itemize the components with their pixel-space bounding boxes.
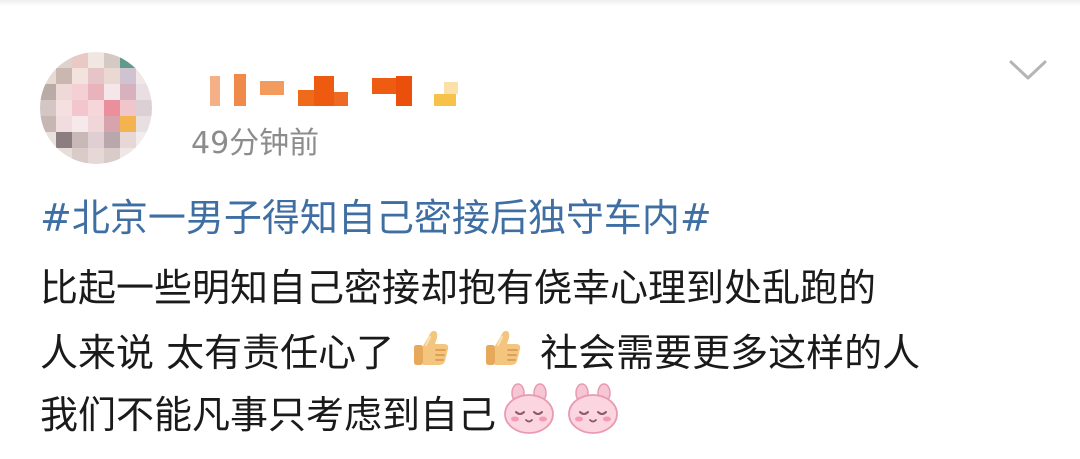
username-redacted[interactable] (208, 70, 458, 106)
pink-bunny-face-icon (502, 383, 556, 447)
chevron-down-icon[interactable] (1008, 56, 1048, 84)
post-text: 社会需要更多这样的人 (540, 331, 921, 375)
post-text-line-3: 我们不能凡事只考虑到自己 (40, 383, 626, 447)
topic-hashtag-link[interactable]: #北京一男子得知自己密接后独守车内# (40, 193, 712, 243)
weibo-post-card: 49分钟前 #北京一男子得知自己密接后独守车内# 比起一些明知自己密接却抱有侥幸… (0, 0, 1080, 459)
thumbs-up-icon (480, 324, 526, 382)
post-timestamp: 49分钟前 (191, 126, 320, 161)
post-text-line-1: 比起一些明知自己密接却抱有侥幸心理到处乱跑的 (40, 263, 876, 313)
thumbs-up-icon (408, 324, 454, 382)
pink-bunny-face-icon (566, 383, 620, 447)
post-text: 比起一些明知自己密接却抱有侥幸心理到处乱跑的 (40, 266, 877, 310)
post-text: 人来说 太有责任心了 (40, 331, 395, 375)
post-text: 我们不能凡事只考虑到自己 (40, 393, 497, 437)
post-text-line-2: 人来说 太有责任心了 社会需要更多这样的人 (40, 324, 920, 382)
avatar[interactable] (40, 52, 152, 164)
